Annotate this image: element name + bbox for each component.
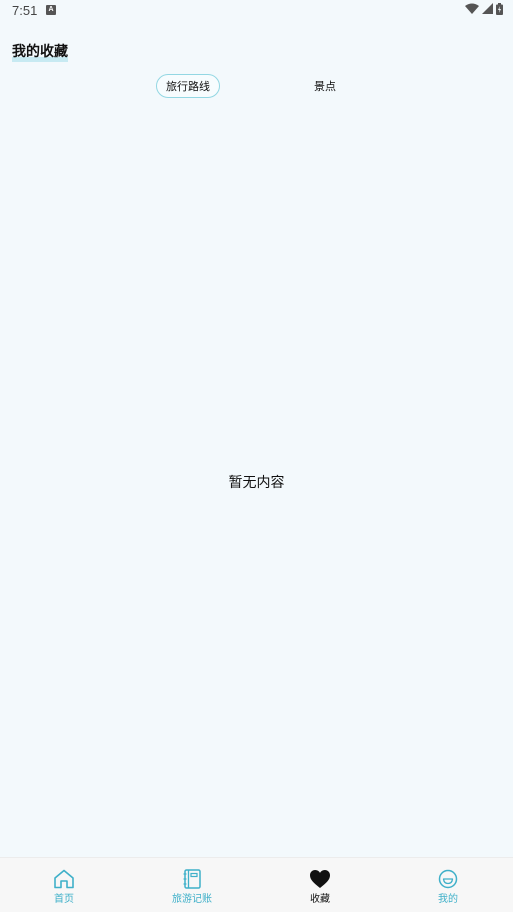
tab-scenic-spots[interactable]: 景点 [300,74,350,98]
nav-item-travel-ledger[interactable]: 旅游记账 [128,858,256,912]
page-title: 我的收藏 [12,44,68,62]
nav-label-favorites: 收藏 [310,894,330,905]
heart-icon [310,870,330,888]
nav-label-travel-ledger: 旅游记账 [172,894,212,905]
nav-label-home: 首页 [54,894,74,905]
wifi-icon [465,3,479,14]
status-time: 7:51 [12,3,38,18]
status-icons [465,3,503,15]
nav-label-mine: 我的 [438,894,458,905]
nav-item-mine[interactable]: 我的 [384,858,512,912]
smiley-icon [438,869,458,889]
tab-bar: 旅行路线 景点 [0,74,513,100]
status-bar: 7:51 A [0,0,513,24]
empty-state-text: 暂无内容 [228,475,285,491]
bottom-nav: 首页 旅游记账 收藏 我的 [0,857,513,912]
tab-travel-routes[interactable]: 旅行路线 [156,74,220,98]
notebook-icon [183,869,201,889]
a-letter-icon: A [46,5,56,15]
home-icon [54,869,74,889]
signal-icon [482,3,493,14]
nav-item-home[interactable]: 首页 [0,858,128,912]
nav-item-favorites[interactable]: 收藏 [256,858,384,912]
battery-icon [496,3,503,15]
